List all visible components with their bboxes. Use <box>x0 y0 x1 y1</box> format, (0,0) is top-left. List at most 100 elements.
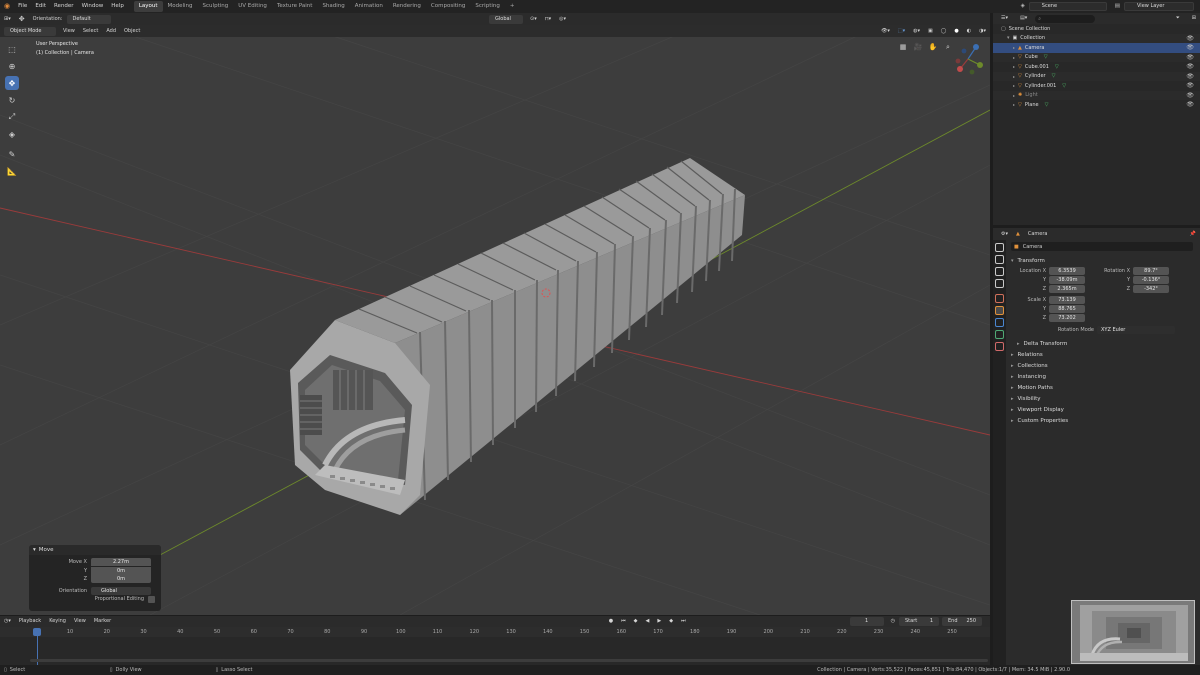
frame-ruler[interactable]: 1102030405060708090100110120130140150160… <box>0 627 990 637</box>
preview-range-icon[interactable]: ◷ <box>887 617 899 626</box>
end-frame-field[interactable]: End 250 <box>942 617 982 626</box>
location-y-field[interactable]: -38.09m <box>1049 275 1085 284</box>
timeline-editor-icon[interactable]: ◷▾ <box>0 617 15 626</box>
rotation-y-field[interactable]: -0.136° <box>1133 275 1169 284</box>
menu-keying[interactable]: Keying <box>45 617 70 626</box>
measure-icon[interactable]: 📐 <box>5 164 19 178</box>
mesh-data-icon[interactable]: ▽ <box>1045 102 1049 108</box>
expand-arrow-icon[interactable]: ▸ <box>1013 45 1015 50</box>
tool-tab-icon[interactable] <box>995 243 1004 252</box>
menu-file[interactable]: File <box>14 0 31 13</box>
menu-add[interactable]: Add <box>102 27 120 36</box>
jump-end-icon[interactable]: ⏭ <box>677 617 690 626</box>
visibility-icon[interactable]: 👁▾ <box>877 27 894 36</box>
mesh-data-icon[interactable]: ▽ <box>1052 73 1056 79</box>
grid-view-icon[interactable]: ▦ <box>898 42 908 52</box>
editor-type-icon[interactable]: ⊞▾ <box>0 15 15 24</box>
location-x-field[interactable]: 6.3539 <box>1049 266 1085 275</box>
record-icon[interactable]: ● <box>605 617 617 626</box>
constraints-tab-icon[interactable] <box>995 330 1004 339</box>
proportional-edit-icon[interactable]: ◎▾ <box>555 15 570 24</box>
expand-arrow-icon[interactable]: ▾ <box>1007 35 1010 41</box>
outliner-search[interactable]: ⌕ <box>1035 14 1096 23</box>
proportional-editing-checkbox[interactable] <box>148 595 155 603</box>
outliner-collection[interactable]: ▾ ▣ Collection 👁 <box>993 33 1200 43</box>
properties-section-header[interactable]: ▸ Viewport Display <box>1003 404 1200 415</box>
properties-section-header[interactable]: ▸ Collections <box>1003 360 1200 371</box>
scene-selector[interactable]: Scene <box>1028 2 1107 11</box>
mesh-data-icon[interactable]: ▽ <box>1044 54 1048 60</box>
menu-select[interactable]: Select <box>79 27 102 36</box>
outliner-item[interactable]: ▸ ✺ Light 👁 <box>993 90 1200 100</box>
eye-icon[interactable]: 👁 <box>1186 35 1194 42</box>
xray-icon[interactable]: ▣ <box>924 27 937 36</box>
move-icon[interactable]: ✥ <box>5 76 19 90</box>
tab-layout[interactable]: Layout <box>133 1 163 12</box>
outliner-item[interactable]: ▸ ▽ Cube ▽ 👁 <box>993 52 1200 62</box>
transform-panel-header[interactable]: ▾ Transform <box>1003 255 1200 266</box>
menu-edit[interactable]: Edit <box>31 0 50 13</box>
wireframe-shading-icon[interactable]: ◯ <box>937 27 951 36</box>
outliner-item[interactable]: ▸ ▲ Camera 👁 <box>993 43 1200 53</box>
tab-texture-paint[interactable]: Texture Paint <box>272 1 318 12</box>
outliner-item[interactable]: ▸ ▽ Plane ▽ 👁 <box>993 100 1200 110</box>
pan-hand-icon[interactable]: ✋ <box>928 42 938 52</box>
data-tab-icon[interactable] <box>995 342 1004 351</box>
tab-rendering[interactable]: Rendering <box>388 1 426 12</box>
tab-animation[interactable]: Animation <box>350 1 388 12</box>
start-frame-field[interactable]: Start 1 <box>899 617 939 626</box>
viewport-canvas[interactable] <box>0 25 990 615</box>
scale-icon[interactable]: ⤢ <box>5 110 19 124</box>
eye-icon[interactable]: 👁 <box>1186 82 1194 89</box>
menu-object[interactable]: Object <box>120 27 144 36</box>
collapse-arrow-icon[interactable]: ▾ <box>33 547 36 553</box>
menu-playback[interactable]: Playback <box>15 617 45 626</box>
select-box-icon[interactable]: ⬚ <box>5 42 19 56</box>
overlay-icon[interactable]: ◍▾ <box>909 27 924 36</box>
material-shading-icon[interactable]: ◐ <box>963 27 975 36</box>
playhead[interactable] <box>33 628 41 636</box>
menu-help[interactable]: Help <box>107 0 128 13</box>
3d-viewport[interactable]: Object Mode View Select Add Object 👁▾ ⬚▾… <box>0 25 990 615</box>
scale-y-field[interactable]: 88.765 <box>1049 304 1085 313</box>
render-tab-icon[interactable] <box>995 255 1004 264</box>
current-frame-field[interactable]: 1 <box>849 617 884 626</box>
rotation-z-field[interactable]: -342° <box>1133 284 1169 293</box>
eye-icon[interactable]: 👁 <box>1186 54 1194 61</box>
cursor-icon[interactable]: ⊕ <box>5 59 19 73</box>
blender-logo-icon[interactable]: ◉ <box>0 0 14 13</box>
view-layer-icon[interactable]: ▤ <box>1111 0 1124 13</box>
annotate-icon[interactable]: ✎ <box>5 147 19 161</box>
expand-arrow-icon[interactable]: ▸ <box>1013 93 1015 98</box>
menu-timeline-view[interactable]: View <box>70 617 90 626</box>
tab-scripting[interactable]: Scripting <box>470 1 504 12</box>
view-layer-selector[interactable]: View Layer <box>1124 2 1194 11</box>
outliner-item[interactable]: ▸ ▽ Cylinder.001 ▽ 👁 <box>993 81 1200 91</box>
navigation-gizmo[interactable] <box>948 39 988 79</box>
add-workspace-button[interactable]: + <box>505 1 520 12</box>
eye-icon[interactable]: 👁 <box>1186 44 1194 51</box>
expand-arrow-icon[interactable]: ▸ <box>1013 102 1015 107</box>
tab-uv-editing[interactable]: UV Editing <box>233 1 272 12</box>
properties-section-header[interactable]: ▸ Visibility <box>1003 393 1200 404</box>
properties-editor-icon[interactable]: ⚙▾ <box>997 230 1012 239</box>
eye-icon[interactable]: 👁 <box>1186 92 1194 99</box>
menu-render[interactable]: Render <box>50 0 78 13</box>
object-tab-icon[interactable] <box>995 306 1004 315</box>
properties-section-header[interactable]: ▸ Instancing <box>1003 371 1200 382</box>
properties-section-header[interactable]: ▸ Motion Paths <box>1003 382 1200 393</box>
tab-modeling[interactable]: Modeling <box>163 1 198 12</box>
properties-section-header[interactable]: ▸ Relations <box>1003 349 1200 360</box>
object-mode-dropdown[interactable]: Object Mode <box>4 26 56 36</box>
scene-icon[interactable]: ◈ <box>1017 0 1029 13</box>
jump-start-icon[interactable]: ⏮ <box>617 617 630 626</box>
transform-orientation-dropdown[interactable]: Global <box>489 14 523 24</box>
play-icon[interactable]: ▶ <box>653 617 665 626</box>
outliner-item[interactable]: ▸ ▽ Cylinder ▽ 👁 <box>993 71 1200 81</box>
eye-icon[interactable]: 👁 <box>1186 63 1194 70</box>
timeline-area[interactable]: 1102030405060708090100110120130140150160… <box>0 627 990 665</box>
eye-icon[interactable]: 👁 <box>1186 101 1194 108</box>
next-keyframe-icon[interactable]: ◆ <box>665 617 677 626</box>
solid-shading-icon[interactable]: ● <box>950 27 962 36</box>
expand-arrow-icon[interactable]: ▸ <box>1013 55 1015 60</box>
